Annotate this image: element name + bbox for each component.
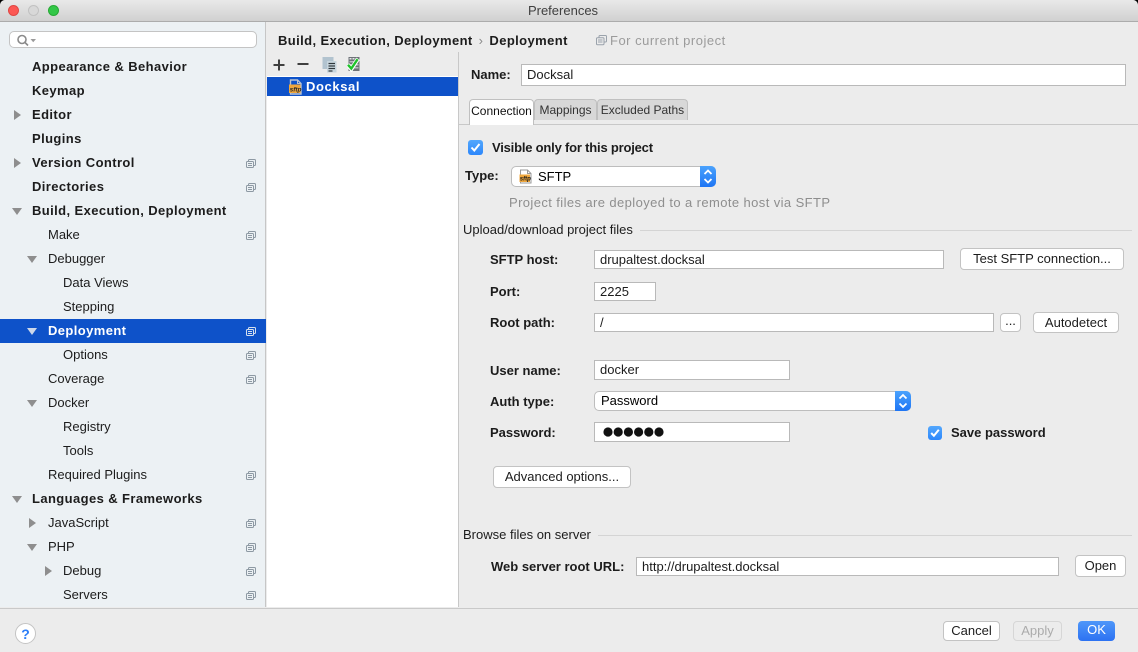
svg-text:sftp: sftp bbox=[290, 86, 302, 93]
svg-text:sftp: sftp bbox=[520, 177, 531, 183]
